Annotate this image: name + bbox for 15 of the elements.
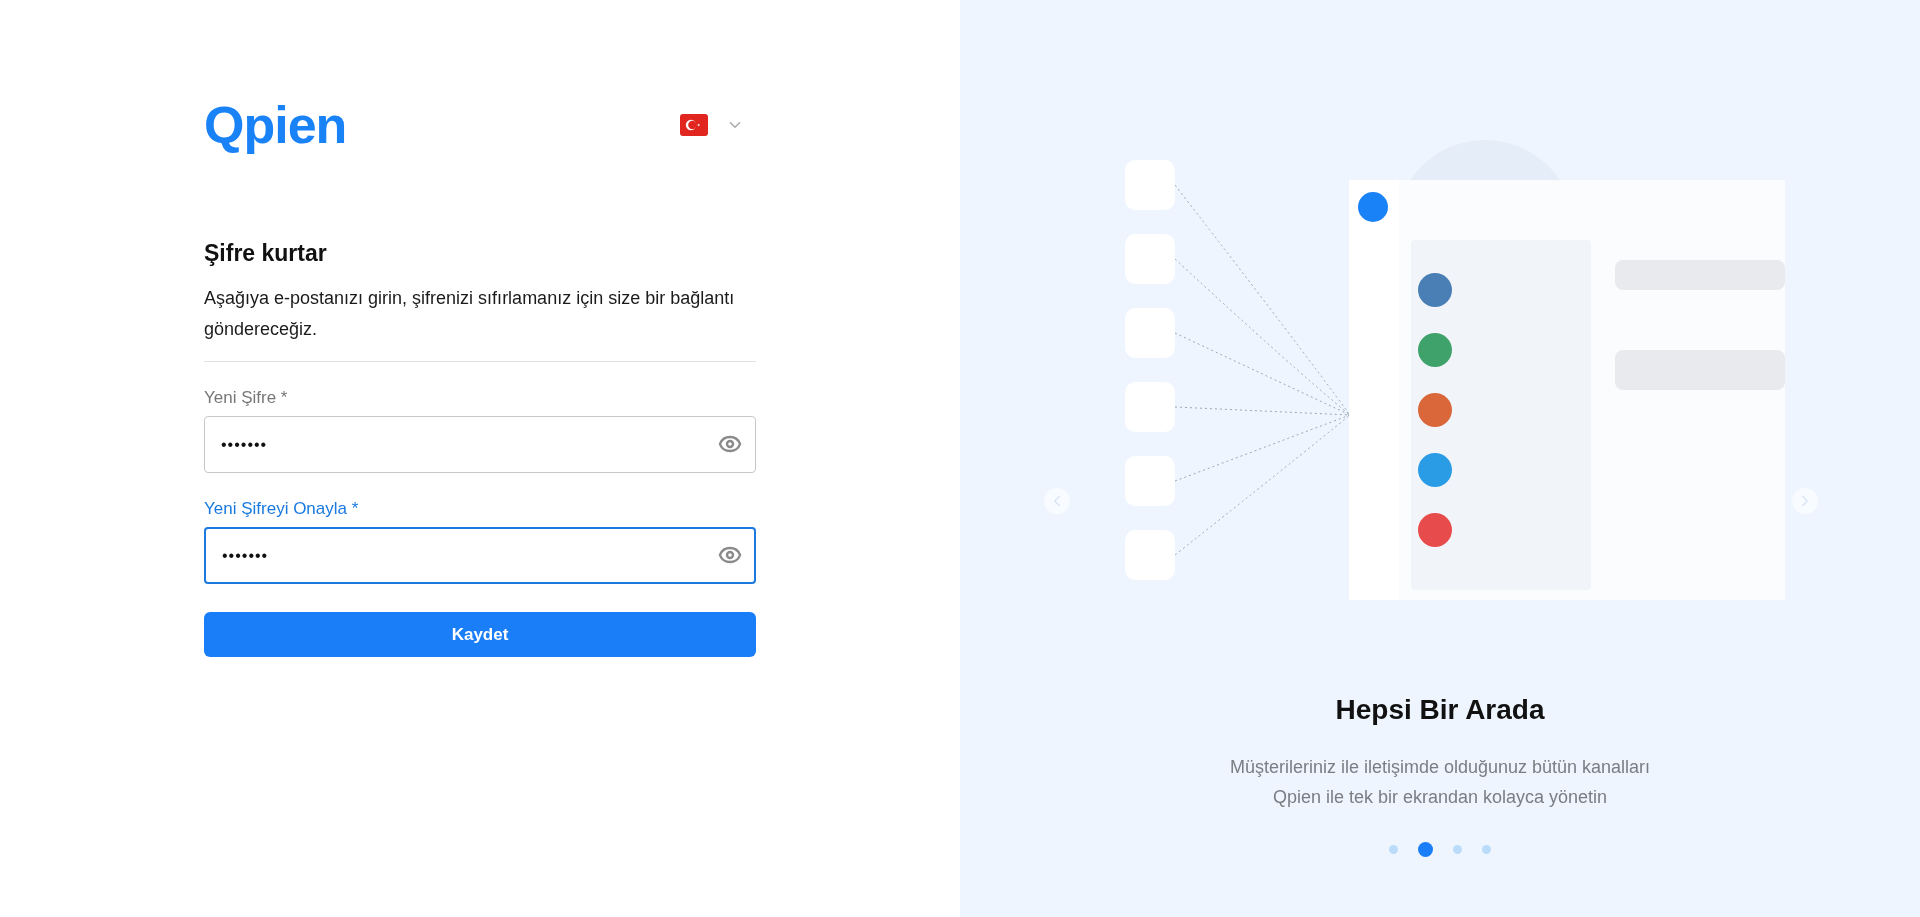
flag-icon bbox=[680, 114, 708, 136]
carousel-dot[interactable] bbox=[1453, 845, 1462, 854]
carousel-dot[interactable] bbox=[1418, 842, 1433, 857]
form-title: Şifre kurtar bbox=[204, 240, 328, 267]
field-label: Yeni Şifre * bbox=[204, 388, 289, 408]
save-button[interactable]: Kaydet bbox=[204, 612, 756, 657]
carousel-text: Müşterileriniz ile iletişimde olduğunuz bütün kanalları bbox=[1229, 756, 1651, 779]
password-field[interactable]: ••••••• bbox=[204, 527, 756, 584]
carousel-dot[interactable] bbox=[1482, 845, 1491, 854]
carousel-title: Hepsi Bir Arada bbox=[1335, 694, 1545, 726]
field-label: Yeni Şifreyi Onayla * bbox=[204, 499, 360, 519]
password-field[interactable]: ••••••• bbox=[204, 416, 756, 473]
form-description: Aşağıya e-postanızı girin, şifrenizi sıfırlamanız için size bir bağlantı göndereceğiz. bbox=[204, 287, 736, 341]
carousel-text: Qpien ile tek bir ekrandan kolayca yönetin bbox=[1271, 786, 1609, 809]
carousel-dot[interactable] bbox=[1389, 845, 1398, 854]
